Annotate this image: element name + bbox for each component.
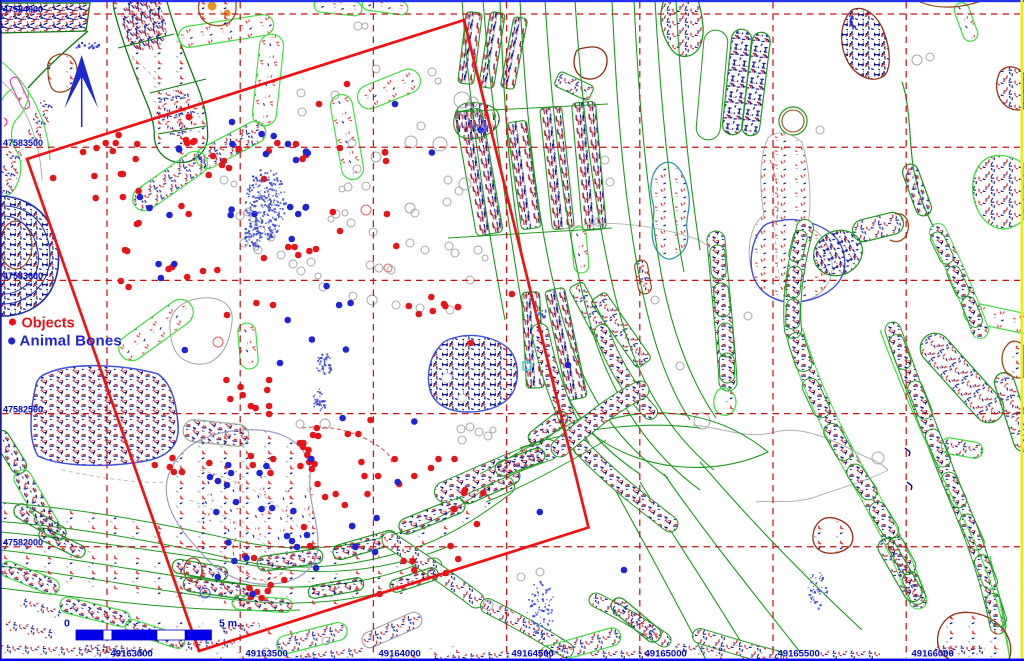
svg-text:49165000: 49165000: [645, 649, 687, 660]
svg-text:49163000: 49163000: [111, 649, 153, 660]
svg-text:5 m.: 5 m.: [219, 618, 240, 630]
svg-text:49166000: 49166000: [912, 649, 954, 660]
svg-text:49163500: 49163500: [246, 649, 288, 660]
svg-text:0: 0: [64, 618, 70, 630]
svg-text:Objects: Objects: [22, 316, 75, 332]
svg-text:47582000: 47582000: [3, 538, 43, 548]
svg-text:47583500: 47583500: [3, 138, 43, 148]
svg-text:49165500: 49165500: [778, 649, 820, 660]
svg-text:49164500: 49164500: [512, 649, 554, 660]
svg-text:49164000: 49164000: [379, 649, 421, 660]
svg-text:47584000: 47584000: [3, 5, 43, 15]
svg-text:47583000: 47583000: [3, 271, 43, 281]
svg-text:47582500: 47582500: [3, 404, 43, 414]
svg-text:Animal Bones: Animal Bones: [20, 333, 122, 350]
